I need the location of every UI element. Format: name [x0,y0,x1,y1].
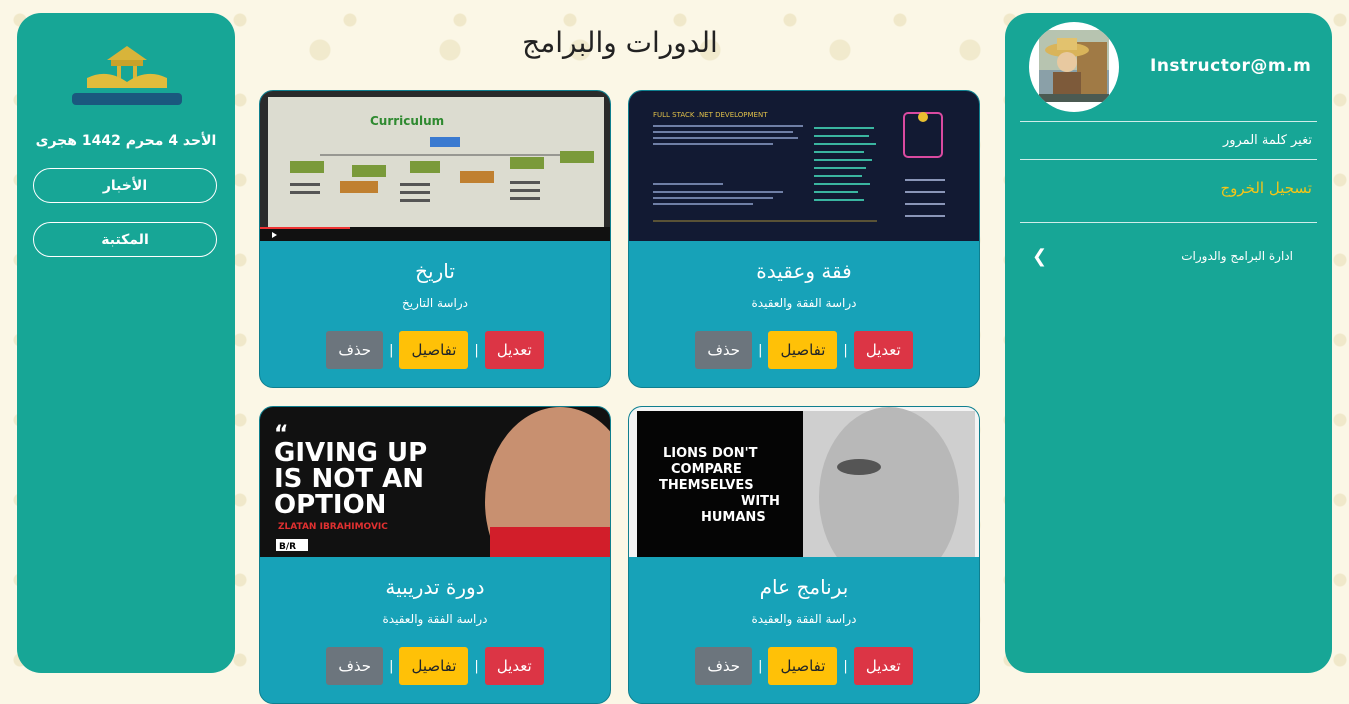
manage-programs-label: ادارة البرامج والدورات [1181,249,1293,263]
course-actions: تعديل | تفاصيل | حذف [260,331,610,369]
details-button[interactable]: تفاصيل [768,331,838,369]
thumb-heading: FULL STACK .NET DEVELOPMENT [653,111,768,119]
course-title: دورة تدريبية [385,575,485,599]
delete-button[interactable]: حذف [695,647,753,685]
user-sidebar: Instructor@m.m تغير كلمة المرور تسجيل ال… [1005,13,1332,673]
separator: | [758,658,763,674]
divider [1020,159,1317,160]
course-thumbnail[interactable]: LIONS DON'T COMPARE THEMSELVES WITH HUMA… [629,407,979,557]
details-button[interactable]: تفاصيل [399,331,469,369]
course-actions: تعديل | تفاصيل | حذف [629,331,979,369]
thumb-name: ZLATAN IBRAHIMOVIC [278,522,388,532]
change-password-link[interactable]: تغير كلمة المرور [1223,133,1312,148]
course-title: تاريخ [415,259,455,283]
thumb-heading: Curriculum [370,114,444,128]
details-button[interactable]: تفاصيل [399,647,469,685]
logout-link[interactable]: تسجيل الخروج [1220,179,1312,197]
course-thumbnail[interactable]: FULL STACK .NET DEVELOPMENT [629,91,979,241]
academy-logo [67,38,187,113]
thumb-line: OPTION [274,490,386,520]
user-email: Instructor@m.m [1150,56,1312,76]
thumb-line: HUMANS [701,510,766,525]
divider [1020,121,1317,122]
course-title: فقة وعقيدة [756,259,852,283]
separator: | [474,342,479,358]
course-description: دراسة التاريخ [402,296,468,310]
thumb-line: WITH [741,494,780,509]
course-description: دراسة الفقة والعقيدة [751,296,857,310]
separator: | [758,342,763,358]
course-thumbnail[interactable]: Curriculum [260,91,610,241]
manage-programs-menu[interactable]: ❮ ادارة البرامج والدورات [1020,245,1317,269]
edit-button[interactable]: تعديل [484,647,544,685]
delete-button[interactable]: حذف [326,647,384,685]
course-card: Curriculum تاريخ دراسة التاريخ تعديل | ت… [259,90,611,388]
separator: | [389,658,394,674]
course-card: LIONS DON'T COMPARE THEMSELVES WITH HUMA… [628,406,980,704]
separator: | [474,658,479,674]
library-button[interactable]: المكتبة [33,222,217,257]
chevron-left-icon: ❮ [1032,246,1048,267]
course-thumbnail[interactable]: “ GIVING UP IS NOT AN OPTION ZLATAN IBRA… [260,407,610,557]
delete-button[interactable]: حذف [326,331,384,369]
thumb-badge: B/R [279,542,296,552]
course-actions: تعديل | تفاصيل | حذف [260,647,610,685]
separator: | [389,342,394,358]
separator: | [843,658,848,674]
details-button[interactable]: تفاصيل [768,647,838,685]
separator: | [843,342,848,358]
edit-button[interactable]: تعديل [853,647,913,685]
course-actions: تعديل | تفاصيل | حذف [629,647,979,685]
hijri-date: الأحد 4 محرم 1442 هجرى [35,133,217,149]
thumb-line: THEMSELVES [659,478,754,493]
delete-button[interactable]: حذف [695,331,753,369]
course-card: FULL STACK .NET DEVELOPMENT فقة وعقيدة د… [628,90,980,388]
course-description: دراسة الفقة والعقيدة [382,612,488,626]
course-title: برنامج عام [759,575,849,599]
edit-button[interactable]: تعديل [484,331,544,369]
news-button[interactable]: الأخبار [33,168,217,203]
course-card: “ GIVING UP IS NOT AN OPTION ZLATAN IBRA… [259,406,611,704]
avatar[interactable] [1029,22,1119,112]
course-description: دراسة الفقة والعقيدة [751,612,857,626]
edit-button[interactable]: تعديل [853,331,913,369]
thumb-line: LIONS DON'T [663,446,758,461]
left-sidebar: الأحد 4 محرم 1442 هجرى الأخبار المكتبة [17,13,235,673]
page-title: الدورات والبرامج [522,26,718,59]
divider [1020,222,1317,223]
thumb-line: COMPARE [671,462,742,477]
